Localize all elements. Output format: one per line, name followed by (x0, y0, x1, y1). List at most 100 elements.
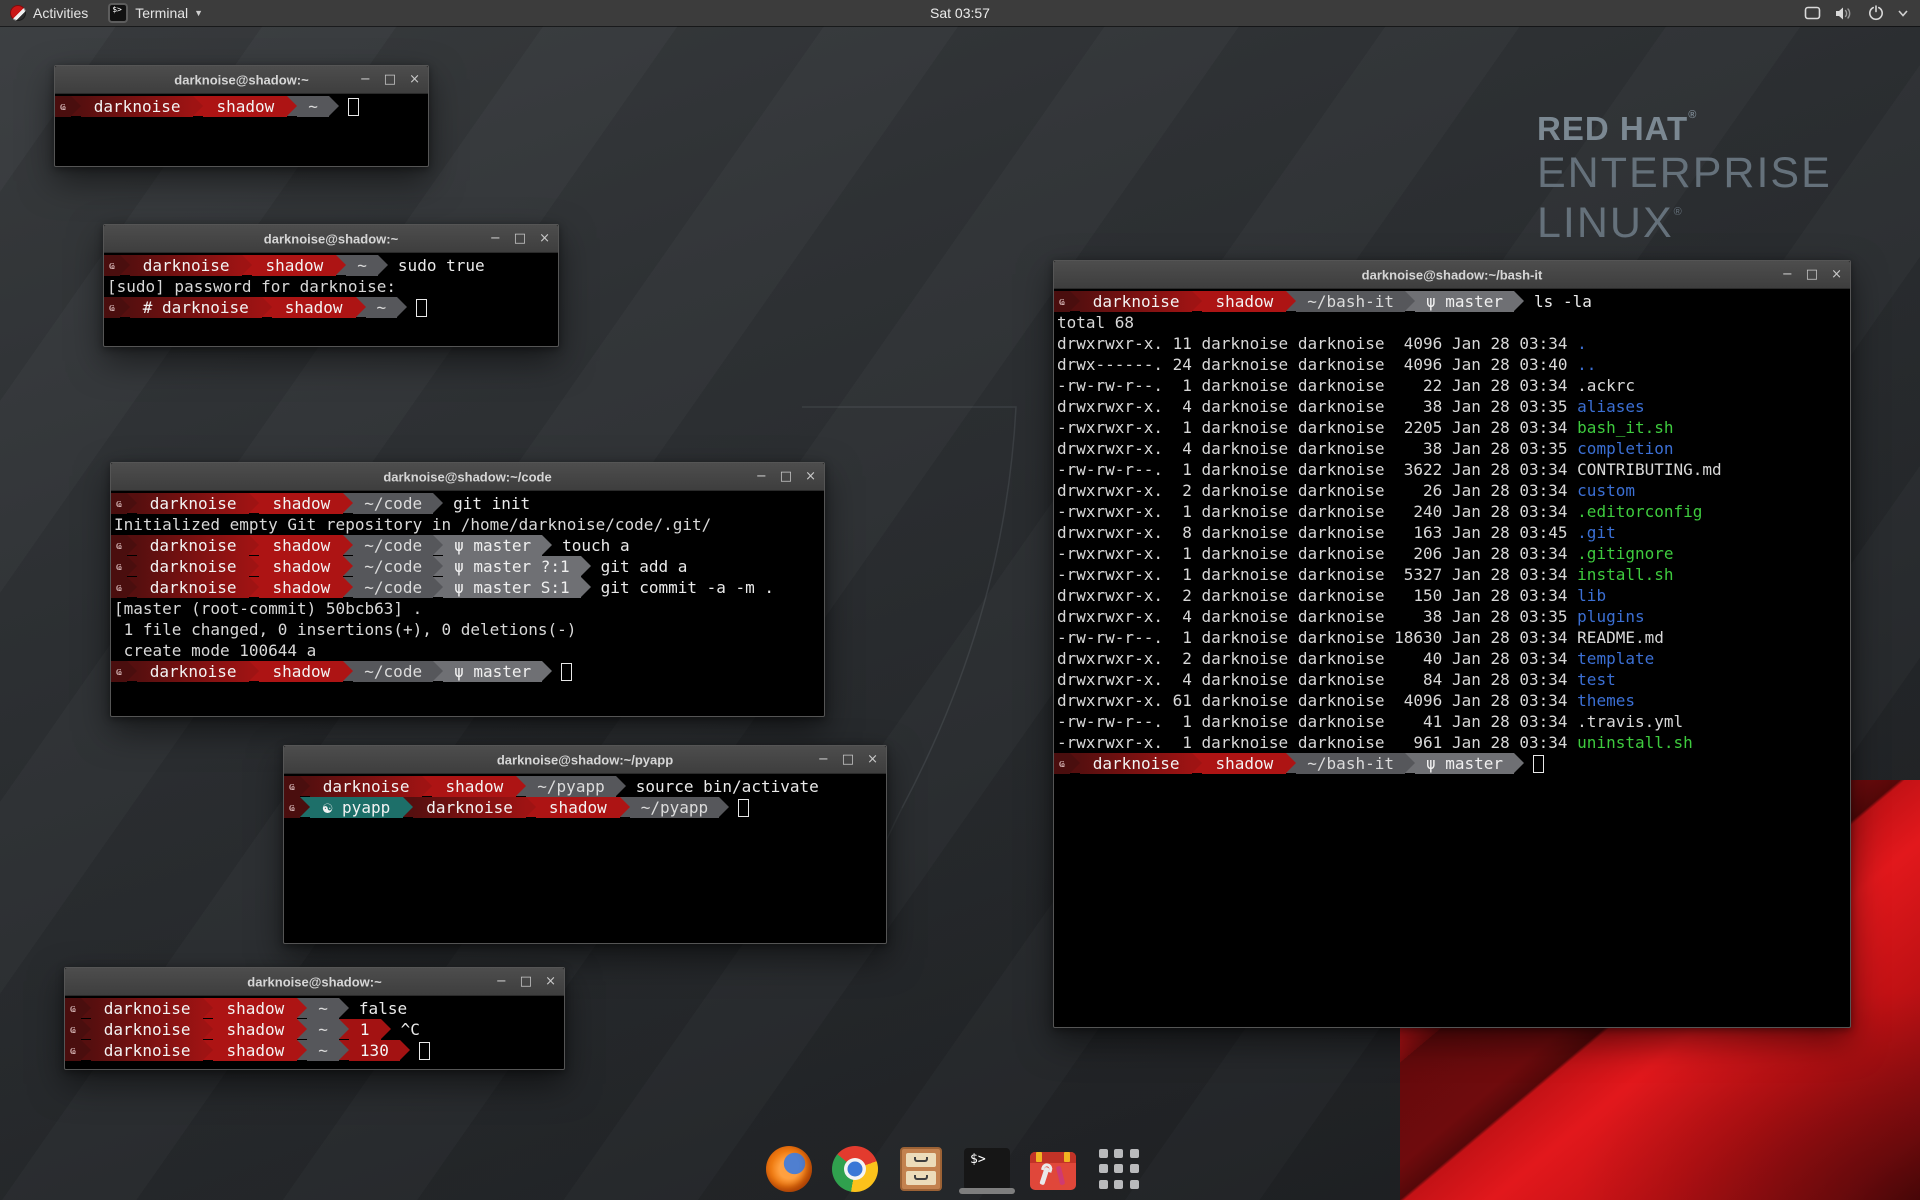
maximize-button[interactable]: □ (780, 470, 792, 483)
terminal-cursor (738, 799, 749, 817)
toolbox-detail (1039, 1167, 1049, 1186)
powerline-separator-icon (339, 1019, 349, 1039)
maximize-button[interactable]: □ (1806, 268, 1818, 281)
terminal-output-text: -rw-rw-r--. 1 darknoise darknoise 41 Jan… (1057, 711, 1577, 732)
chevron-down-icon (1898, 9, 1908, 17)
prompt-segment-host: shadow (213, 1040, 297, 1061)
prompt-command: git commit -a -m . (601, 577, 774, 598)
minimize-button[interactable]: − (756, 470, 767, 483)
powerline-separator-icon (339, 998, 349, 1018)
prompt-segment-user: darknoise (413, 797, 526, 818)
powerline-separator-icon (581, 577, 591, 597)
close-button[interactable]: × (867, 753, 878, 766)
terminal-line: ҩdarknoiseshadow~/codegit init (111, 493, 824, 514)
window-controls: −□ × (818, 746, 878, 773)
redhat-logo-icon (10, 5, 26, 21)
terminal-output-text: -rwxrwxr-x. 1 darknoise darknoise 2205 J… (1057, 417, 1577, 438)
powerline-separator-icon (287, 96, 297, 116)
minimize-button[interactable]: − (490, 232, 501, 245)
prompt-segment-logo: ҩ (65, 998, 81, 1019)
close-button[interactable]: × (409, 73, 420, 86)
maximize-button[interactable]: □ (384, 73, 396, 86)
minimize-button[interactable]: − (496, 975, 507, 988)
drawer-bottom (906, 1171, 936, 1185)
powerline-separator-icon (1070, 753, 1080, 773)
toolbox-detail (1056, 1166, 1065, 1186)
volume-icon (1835, 6, 1854, 21)
terminal-body[interactable]: ҩdarknoiseshadow~/pyappsource bin/activa… (284, 774, 886, 943)
maximize-button[interactable]: □ (842, 753, 854, 766)
terminal-body[interactable]: ҩdarknoiseshadow~/bash-itψ masterls -lat… (1054, 289, 1850, 1027)
powerline-separator-icon (71, 96, 81, 116)
powerline-separator-icon (297, 1019, 307, 1039)
terminal-window-home-small: darknoise@shadow:~−□×ҩdarknoiseshadow~ (54, 65, 429, 167)
minimize-button[interactable]: − (360, 73, 371, 86)
activities-button[interactable]: Activities (0, 0, 98, 26)
dock-chrome-icon[interactable] (832, 1146, 878, 1192)
powerline-separator-icon (381, 1019, 391, 1039)
system-status-area[interactable] (1798, 0, 1914, 26)
terminal-line: total 68 (1054, 312, 1850, 333)
terminal-line: ҩdarknoiseshadow~false (65, 998, 564, 1019)
terminal-output-text: drwxrwxr-x. 61 darknoise darknoise 4096 … (1057, 690, 1577, 711)
power-icon (1868, 5, 1884, 21)
minimize-button[interactable]: − (818, 753, 829, 766)
close-button[interactable]: × (545, 975, 556, 988)
powerline-separator-icon (616, 776, 626, 796)
maximize-button[interactable]: □ (514, 232, 526, 245)
powerline-separator-icon (1405, 291, 1415, 311)
dock-toolbox-icon[interactable] (1030, 1146, 1076, 1192)
window-titlebar[interactable]: darknoise@shadow:~/bash-it−□× (1054, 261, 1850, 289)
terminal-line: ҩdarknoiseshadow~/pyappsource bin/activa… (284, 776, 886, 797)
grid-dot (1099, 1180, 1108, 1189)
terminal-output-text: drwxrwxr-x. 11 darknoise darknoise 4096 … (1057, 333, 1577, 354)
close-button[interactable]: × (539, 232, 550, 245)
prompt-segment-user: darknoise (91, 1040, 204, 1061)
terminal-body[interactable]: ҩdarknoiseshadow~sudo true[sudo] passwor… (104, 253, 558, 346)
close-button[interactable]: × (805, 470, 816, 483)
powerline-separator-icon (1070, 291, 1080, 311)
prompt-segment-user: darknoise (1080, 291, 1193, 312)
window-titlebar[interactable]: darknoise@shadow:~/pyapp−□× (284, 746, 886, 774)
rhel-branding: RED HAT® ENTERPRISE LINUX® (1537, 110, 1832, 245)
terminal-line: drwxrwxr-x. 61 darknoise darknoise 4096 … (1054, 690, 1850, 711)
grid-dot (1114, 1164, 1123, 1173)
window-titlebar[interactable]: darknoise@shadow:~−□× (65, 968, 564, 996)
powerline-separator-icon (297, 1040, 307, 1060)
dock-files-icon[interactable] (898, 1146, 944, 1192)
powerline-separator-icon (400, 1040, 410, 1060)
window-titlebar[interactable]: darknoise@shadow:~−□× (104, 225, 558, 253)
terminal-body[interactable]: ҩdarknoiseshadow~ (55, 94, 428, 166)
dock-terminal-icon[interactable]: $> (964, 1146, 1010, 1192)
terminal-output-text: bash_it.sh (1577, 417, 1673, 438)
terminal-window-pyapp: darknoise@shadow:~/pyapp−□×ҩdarknoisesha… (283, 745, 887, 944)
app-menu-terminal[interactable]: $> Terminal ▼ (98, 0, 213, 26)
terminal-body[interactable]: ҩdarknoiseshadow~/codegit initInitialize… (111, 491, 824, 716)
app-grid-icon (1099, 1149, 1139, 1189)
terminal-line: -rwxrwxr-x. 1 darknoise darknoise 2205 J… (1054, 417, 1850, 438)
terminal-line: drwxrwxr-x. 4 darknoise darknoise 38 Jan… (1054, 438, 1850, 459)
terminal-body[interactable]: ҩdarknoiseshadow~falseҩdarknoiseshadow~1… (65, 996, 564, 1069)
prompt-segment-host: shadow (259, 556, 343, 577)
terminal-output-text: drwxrwxr-x. 4 darknoise darknoise 38 Jan… (1057, 396, 1577, 417)
terminal-output-text: -rwxrwxr-x. 1 darknoise darknoise 961 Ja… (1057, 732, 1577, 753)
minimize-button[interactable]: − (1782, 268, 1793, 281)
close-button[interactable]: × (1831, 268, 1842, 281)
terminal-output-text: plugins (1577, 606, 1644, 627)
terminal-output-text: 1 file changed, 0 insertions(+), 0 delet… (114, 619, 576, 640)
powerline-separator-icon (249, 661, 259, 681)
dock-firefox-icon[interactable] (766, 1146, 812, 1192)
terminal-cursor (1533, 755, 1544, 773)
terminal-output-text: drwxrwxr-x. 4 darknoise darknoise 38 Jan… (1057, 606, 1577, 627)
prompt-segment-user: darknoise (137, 493, 250, 514)
terminal-line: ҩdarknoiseshadow~/bash-itψ masterls -la (1054, 291, 1850, 312)
branding-line-2: ENTERPRISE (1537, 152, 1832, 195)
window-titlebar[interactable]: darknoise@shadow:~/code−□× (111, 463, 824, 491)
files-icon (900, 1147, 942, 1191)
window-titlebar[interactable]: darknoise@shadow:~−□× (55, 66, 428, 94)
terminal-output-text: .ackrc (1577, 375, 1635, 396)
clock[interactable]: Sat 03:57 (930, 5, 990, 21)
terminal-cursor (561, 663, 572, 681)
maximize-button[interactable]: □ (520, 975, 532, 988)
dock-app-grid-icon[interactable] (1096, 1146, 1142, 1192)
